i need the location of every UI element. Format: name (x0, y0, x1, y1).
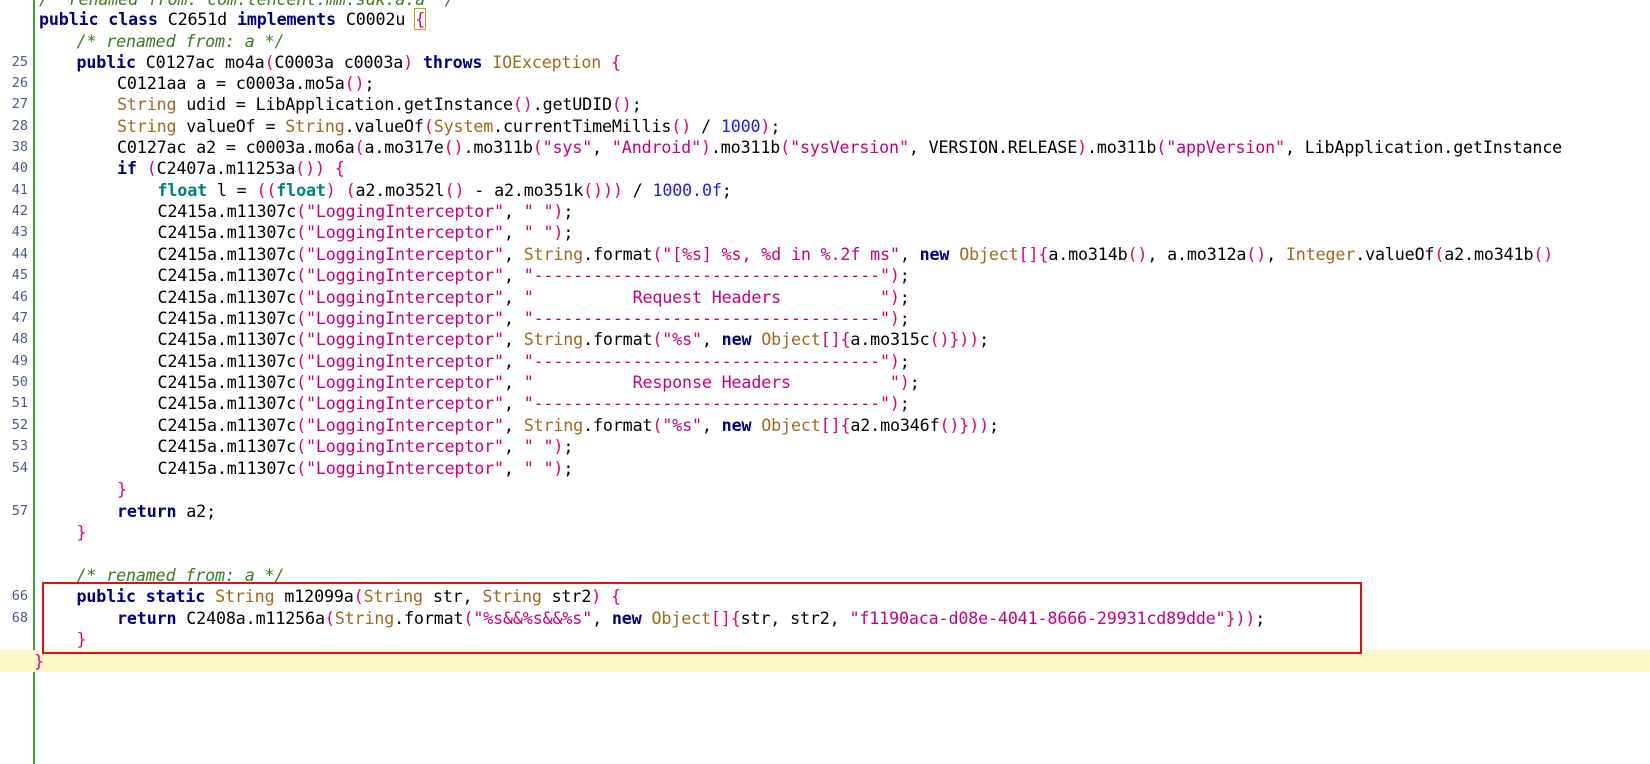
code-text: C2415a.m11307c("LoggingInterceptor", Str… (157, 415, 1000, 435)
code-text: public C0127ac mo4a(C0003a c0003a) throw… (76, 52, 622, 72)
code-text: C0127ac a2 = c0003a.mo6a(a.mo317e().mo31… (117, 137, 1563, 157)
code-text: C2415a.m11307c("LoggingInterceptor", " "… (157, 458, 574, 478)
code-text: C2415a.m11307c("LoggingInterceptor", "--… (157, 393, 910, 413)
code-line[interactable]: 46 C2415a.m11307c("LoggingInterceptor", "… (0, 286, 1650, 308)
code-line[interactable]: 26 C0121aa a = c0003a.mo5a(); (0, 72, 1650, 94)
line-number: 54 (11, 460, 28, 476)
line-number: 53 (11, 438, 28, 454)
line-number: 68 (11, 610, 28, 626)
code-text: C2415a.m11307c("LoggingInterceptor", " "… (157, 201, 574, 221)
code-line[interactable]: 52 C2415a.m11307c("LoggingInterceptor", S… (0, 414, 1650, 436)
code-text: C2415a.m11307c("LoggingInterceptor", " R… (157, 287, 910, 307)
code-text: C2415a.m11307c("LoggingInterceptor", Str… (157, 244, 1554, 264)
code-line[interactable]: 48 C2415a.m11307c("LoggingInterceptor", S… (0, 328, 1650, 350)
code-editor[interactable]: /* renamed from: com.tencent.mm.sdk.a.a … (0, 0, 1650, 764)
code-line[interactable]: 51 C2415a.m11307c("LoggingInterceptor", "… (0, 392, 1650, 414)
code-line[interactable]: 54 C2415a.m11307c("LoggingInterceptor", "… (0, 457, 1650, 479)
code-line[interactable]: } (0, 478, 1650, 500)
code-line[interactable]: 42 C2415a.m11307c("LoggingInterceptor", "… (0, 200, 1650, 222)
code-text: return a2; (117, 501, 216, 521)
code-line[interactable]: 43 C2415a.m11307c("LoggingInterceptor", "… (0, 221, 1650, 243)
line-number: 27 (11, 96, 28, 112)
line-number: 66 (11, 588, 28, 604)
code-line[interactable]: 49 C2415a.m11307c("LoggingInterceptor", "… (0, 350, 1650, 372)
line-number: 41 (11, 182, 28, 198)
line-number: 47 (11, 310, 28, 326)
code-line[interactable]: 53 C2415a.m11307c("LoggingInterceptor", "… (0, 435, 1650, 457)
code-text: C2415a.m11307c("LoggingInterceptor", "--… (157, 308, 910, 328)
code-line[interactable]: 28 String valueOf = String.valueOf(System… (0, 115, 1650, 137)
line-number: 49 (11, 353, 28, 369)
line-number: 42 (11, 203, 28, 219)
code-line[interactable]: 50 C2415a.m11307c("LoggingInterceptor", "… (0, 371, 1650, 393)
class-declaration: public class C2651d implements C0002u { (39, 8, 427, 30)
code-text: C0121aa a = c0003a.mo5a(); (117, 73, 375, 93)
code-text: /* renamed from: a */ (76, 31, 285, 51)
code-line[interactable] (0, 543, 1650, 565)
code-text: C2415a.m11307c("LoggingInterceptor", " "… (157, 436, 574, 456)
line-number: 52 (11, 417, 28, 433)
line-number: 28 (11, 118, 28, 134)
code-text: C2415a.m11307c("LoggingInterceptor", " R… (157, 372, 920, 392)
code-text: if (C2407a.m11253a()) { (117, 158, 345, 178)
line-number: 51 (11, 395, 28, 411)
line-number: 38 (11, 139, 28, 155)
code-line[interactable]: 44 C2415a.m11307c("LoggingInterceptor", S… (0, 243, 1650, 265)
code-line[interactable]: } (0, 521, 1650, 543)
code-line[interactable]: 27 String udid = LibApplication.getInstan… (0, 93, 1650, 115)
code-text: C2415a.m11307c("LoggingInterceptor", "--… (157, 265, 910, 285)
line-number: 43 (11, 224, 28, 240)
code-line[interactable]: 41 float l = ((float) (a2.mo352l() - a2.m… (0, 179, 1650, 201)
code-line[interactable]: 25 public C0127ac mo4a(C0003a c0003a) thr… (0, 51, 1650, 73)
code-line[interactable]: 38 C0127ac a2 = c0003a.mo6a(a.mo317e().mo… (0, 136, 1650, 158)
line-number: 48 (11, 331, 28, 347)
code-text: C2415a.m11307c("LoggingInterceptor", " "… (157, 222, 574, 242)
code-line[interactable]: 57 return a2; (0, 500, 1650, 522)
code-text: String udid = LibApplication.getInstance… (117, 94, 642, 114)
line-number: 57 (11, 503, 28, 519)
code-text: float l = ((float) (a2.mo352l() - a2.mo3… (157, 180, 732, 200)
line-number: 46 (11, 289, 28, 305)
line-number: 40 (11, 160, 28, 176)
selection-highlight-box (42, 582, 1362, 654)
line-number: 26 (11, 75, 28, 91)
code-text: C2415a.m11307c("LoggingInterceptor", Str… (157, 329, 990, 349)
code-line[interactable]: 47 C2415a.m11307c("LoggingInterceptor", "… (0, 307, 1650, 329)
code-line-class-decl[interactable]: public class C2651d implements C0002u { (0, 8, 1650, 30)
code-text: C2415a.m11307c("LoggingInterceptor", "--… (157, 351, 910, 371)
code-line[interactable]: /* renamed from: a */ (0, 30, 1650, 52)
line-number: 45 (11, 267, 28, 283)
code-line[interactable]: 45 C2415a.m11307c("LoggingInterceptor", "… (0, 264, 1650, 286)
line-number: 44 (11, 246, 28, 262)
code-text: String valueOf = String.valueOf(System.c… (117, 116, 781, 136)
code-text: } (76, 522, 87, 542)
line-number: 25 (11, 54, 28, 70)
line-number: 50 (11, 374, 28, 390)
code-text: } (117, 479, 127, 499)
code-line[interactable]: 40 if (C2407a.m11253a()) { (0, 157, 1650, 179)
